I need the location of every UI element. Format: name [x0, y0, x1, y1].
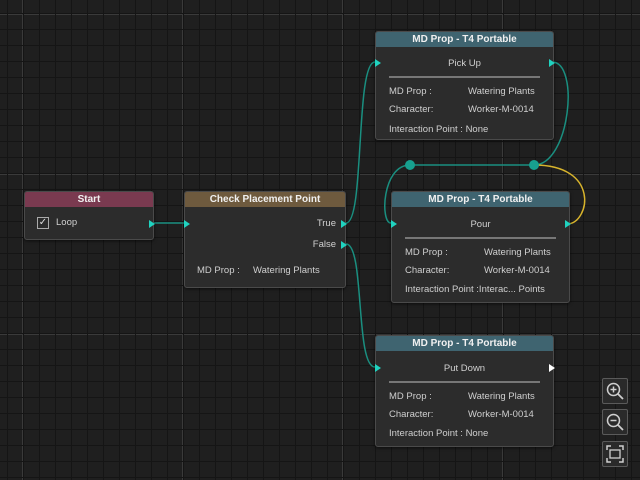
fit-view-button[interactable] [602, 441, 628, 467]
interaction-point-label: Interaction Point :Interac... Points [405, 284, 545, 295]
character-label: Character: [405, 265, 450, 276]
action-label: Put Down [443, 363, 486, 374]
prop-value: Watering Plants [468, 86, 535, 97]
output-port[interactable] [565, 220, 571, 228]
pour-node[interactable]: MD Prop - T4 Portable Pour MD Prop : Wat… [391, 191, 571, 303]
wire-false-to-putdown[interactable] [345, 243, 376, 368]
wire-true-to-pickup[interactable] [345, 61, 376, 224]
pickup-node[interactable]: MD Prop - T4 Portable Pick Up MD Prop : … [375, 31, 555, 140]
character-value: Worker-M-0014 [484, 265, 550, 276]
prop-label: MD Prop : [405, 247, 448, 258]
prop-value: Watering Plants [468, 391, 535, 402]
zoom-out-icon [606, 413, 624, 431]
interaction-point-label: Interaction Point : None [389, 428, 489, 439]
prop-value: Watering Plants [253, 265, 320, 276]
output-port[interactable] [549, 59, 555, 67]
true-label: True [316, 218, 336, 229]
output-port[interactable] [549, 364, 555, 372]
separator [405, 237, 556, 239]
false-label: False [312, 239, 336, 250]
zoom-in-button[interactable] [602, 378, 628, 404]
zoom-out-button[interactable] [602, 409, 628, 435]
node-title: MD Prop - T4 Portable [376, 336, 553, 351]
putdown-node[interactable]: MD Prop - T4 Portable Put Down MD Prop :… [375, 335, 555, 447]
wire-reroute-knot-left[interactable] [405, 160, 415, 170]
false-port[interactable] [341, 241, 347, 249]
character-value: Worker-M-0014 [468, 409, 534, 420]
fit-view-icon [606, 445, 624, 463]
interaction-point-label: Interaction Point : None [389, 124, 489, 135]
character-value: Worker-M-0014 [468, 104, 534, 115]
action-label: Pick Up [448, 58, 481, 69]
action-label: Pour [470, 219, 491, 230]
true-port[interactable] [341, 220, 347, 228]
node-title: MD Prop - T4 Portable [376, 32, 553, 47]
input-port[interactable] [184, 220, 190, 228]
loop-label: Loop [56, 217, 78, 228]
prop-label: MD Prop : [389, 391, 432, 402]
node-title: Start [25, 192, 153, 207]
prop-label: MD Prop : [389, 86, 432, 97]
separator [389, 76, 540, 78]
start-node[interactable]: Start ✓ Loop [24, 191, 155, 240]
zoom-in-icon [606, 382, 624, 400]
output-port[interactable] [149, 220, 155, 228]
check-placement-node[interactable]: Check Placement Point True False MD Prop… [184, 191, 347, 288]
prop-label: MD Prop : [197, 265, 240, 276]
loop-checkbox[interactable]: ✓ [37, 217, 49, 229]
character-label: Character: [389, 104, 434, 115]
node-title: MD Prop - T4 Portable [392, 192, 569, 207]
node-title: Check Placement Point [185, 192, 345, 207]
character-label: Character: [389, 409, 434, 420]
wire-reroute-knot-right[interactable] [529, 160, 539, 170]
prop-value: Watering Plants [484, 247, 551, 258]
separator [389, 381, 540, 383]
